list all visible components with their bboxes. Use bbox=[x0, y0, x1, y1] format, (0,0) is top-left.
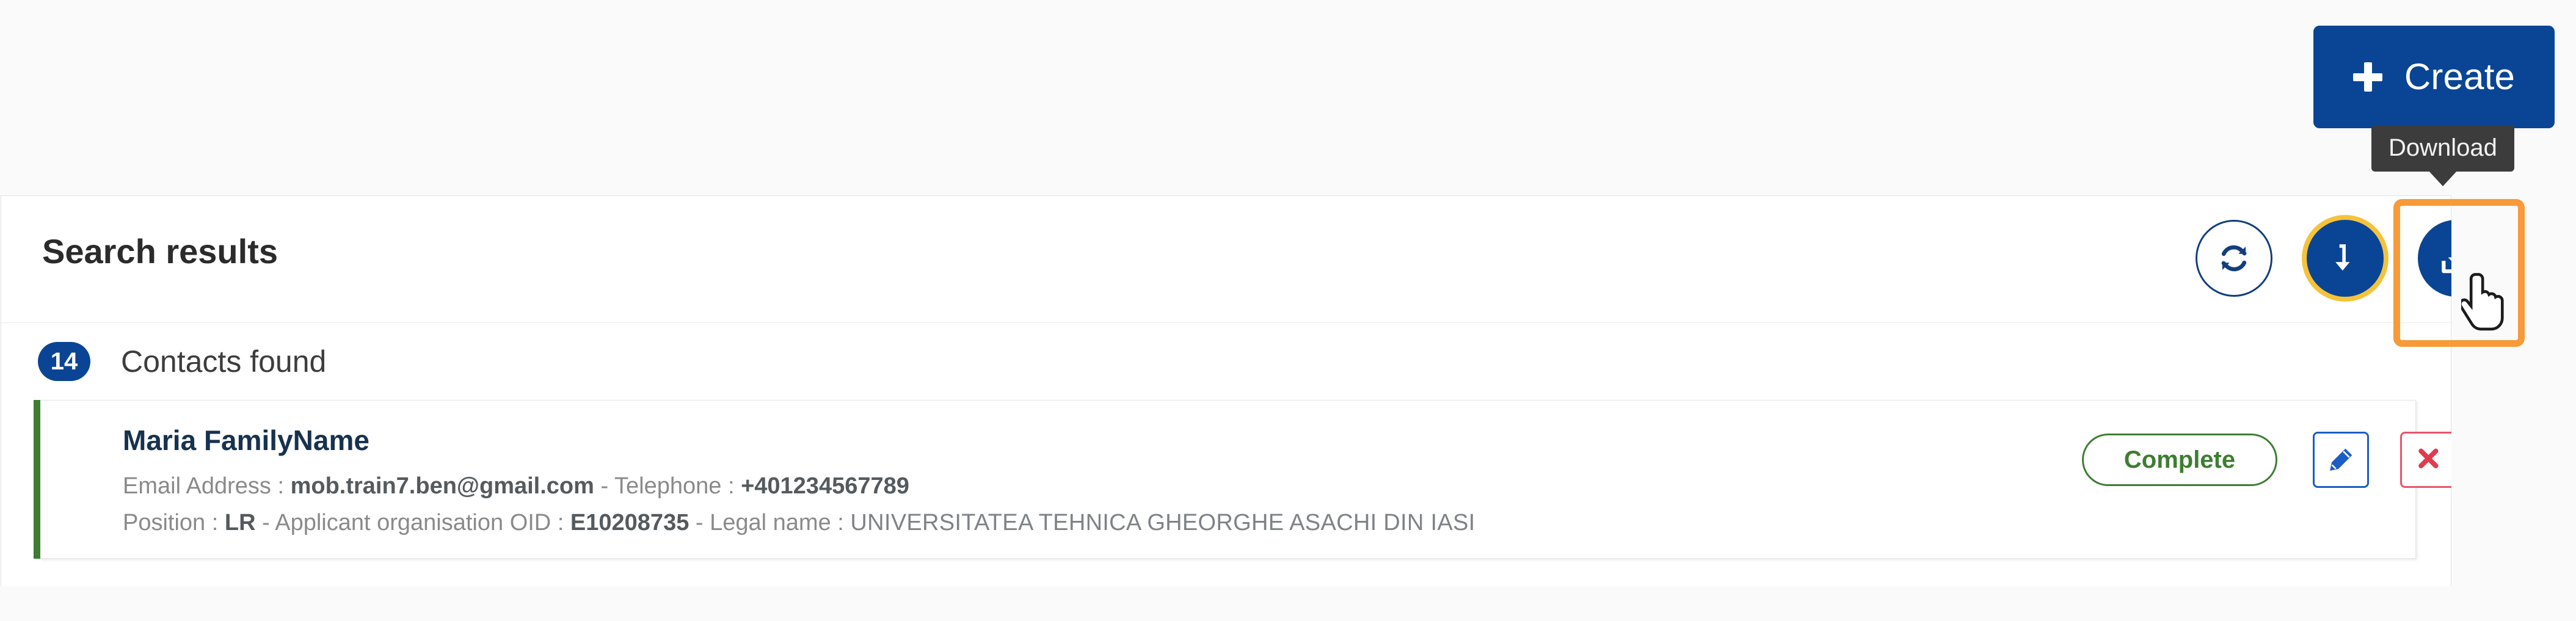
phone-value: +401234567789 bbox=[741, 473, 909, 499]
pencil-icon bbox=[2330, 448, 2352, 471]
results-summary-row: 14 Contacts found bbox=[1, 323, 2451, 401]
refresh-icon bbox=[2221, 245, 2247, 272]
line1-separator: - bbox=[594, 473, 615, 499]
contact-email-phone-line: Email Address : mob.train7.ben@gmail.com… bbox=[123, 474, 909, 498]
create-button-label: Create bbox=[2404, 56, 2516, 97]
contact-card[interactable]: Maria FamilyName Email Address : mob.tra… bbox=[34, 400, 2519, 559]
bottom-gutter bbox=[0, 586, 2576, 621]
arrow-down-icon bbox=[2335, 244, 2350, 271]
page-title: Search results bbox=[42, 232, 278, 271]
oid-value: E10208735 bbox=[570, 510, 689, 536]
right-gutter bbox=[2451, 195, 2576, 621]
download-tooltip: Download bbox=[2371, 125, 2514, 186]
plus-icon bbox=[2352, 62, 2382, 92]
contact-name: Maria FamilyName bbox=[123, 424, 369, 456]
legal-name-label: Legal name : bbox=[710, 510, 851, 536]
results-count-badge: 14 bbox=[38, 342, 90, 381]
refresh-button[interactable] bbox=[2196, 220, 2272, 297]
legal-name-value: UNIVERSITATEA TEHNICA GHEORGHE ASACHI DI… bbox=[850, 510, 1475, 536]
line2-separator-2: - bbox=[689, 510, 710, 536]
top-toolbar: Create bbox=[0, 0, 2576, 195]
position-label: Position : bbox=[123, 510, 225, 536]
email-label: Email Address : bbox=[123, 473, 291, 499]
download-tooltip-label: Download bbox=[2389, 134, 2497, 161]
contact-organisation-line: Position : LR - Applicant organisation O… bbox=[123, 511, 1475, 534]
delete-contact-button[interactable] bbox=[2400, 432, 2456, 488]
status-badge[interactable]: Complete bbox=[2082, 434, 2277, 486]
email-value: mob.train7.ben@gmail.com bbox=[290, 473, 594, 499]
results-count-label: Contacts found bbox=[121, 344, 327, 379]
phone-label: Telephone : bbox=[614, 473, 741, 499]
position-value: LR bbox=[224, 510, 256, 536]
page-root: Create Download Search results 14 Contac… bbox=[0, 0, 2576, 621]
panel-header: Search results bbox=[1, 196, 2525, 347]
line2-separator-1: - bbox=[255, 510, 275, 536]
edit-contact-button[interactable] bbox=[2313, 432, 2369, 488]
sort-button[interactable] bbox=[2307, 220, 2384, 297]
oid-label: Applicant organisation OID : bbox=[275, 510, 570, 536]
create-button[interactable]: Create bbox=[2313, 26, 2555, 128]
x-icon bbox=[2418, 448, 2439, 468]
